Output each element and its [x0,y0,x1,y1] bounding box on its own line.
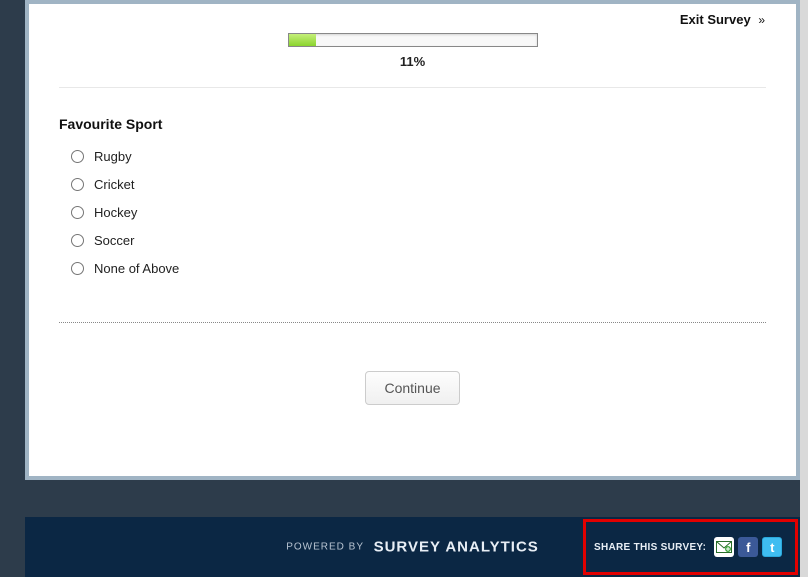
progress-bar [288,33,538,47]
footer: POWERED BY SURVEY ANALYTICS SHARE THIS S… [25,517,800,577]
radio-input[interactable] [71,150,84,163]
option-label[interactable]: None of Above [94,261,179,276]
option-label[interactable]: Hockey [94,205,137,220]
radio-input[interactable] [71,206,84,219]
option-label[interactable]: Rugby [94,149,132,164]
option-list: Rugby Cricket Hockey Soccer None of Abov… [59,142,766,282]
facebook-icon[interactable]: f [738,537,758,557]
brand-name: SURVEY ANALYTICS [368,539,539,556]
divider-dotted [59,322,766,323]
option-row: Rugby [71,142,766,170]
divider [59,87,766,88]
radio-input[interactable] [71,262,84,275]
powered-prefix: POWERED BY [286,542,364,553]
share-box: SHARE THIS SURVEY: f t [583,519,798,575]
survey-card: Exit Survey » 11% Favourite Sport Rugby … [29,4,796,476]
question-title: Favourite Sport [59,116,766,132]
survey-frame: Exit Survey » 11% Favourite Sport Rugby … [25,0,800,577]
scrollbar[interactable] [800,0,808,577]
powered-by: POWERED BY SURVEY ANALYTICS [286,539,539,556]
progress-fill [289,34,316,46]
exit-survey-link[interactable]: Exit Survey » [59,12,766,33]
card-border: Exit Survey » 11% Favourite Sport Rugby … [25,0,800,480]
continue-wrap: Continue [59,371,766,405]
continue-button[interactable]: Continue [365,371,459,405]
option-label[interactable]: Cricket [94,177,134,192]
radio-input[interactable] [71,178,84,191]
progress-section: 11% [59,33,766,69]
exit-survey-label: Exit Survey [680,12,751,27]
option-row: Hockey [71,198,766,226]
footer-inner: POWERED BY SURVEY ANALYTICS SHARE THIS S… [25,517,800,577]
option-label[interactable]: Soccer [94,233,134,248]
email-icon[interactable] [714,537,734,557]
progress-percent-label: 11% [59,54,766,69]
option-row: Soccer [71,226,766,254]
chevron-right-icon: » [754,13,766,27]
option-row: Cricket [71,170,766,198]
share-icons: f t [714,537,782,557]
share-label: SHARE THIS SURVEY: [594,542,706,553]
twitter-icon[interactable]: t [762,537,782,557]
radio-input[interactable] [71,234,84,247]
option-row: None of Above [71,254,766,282]
